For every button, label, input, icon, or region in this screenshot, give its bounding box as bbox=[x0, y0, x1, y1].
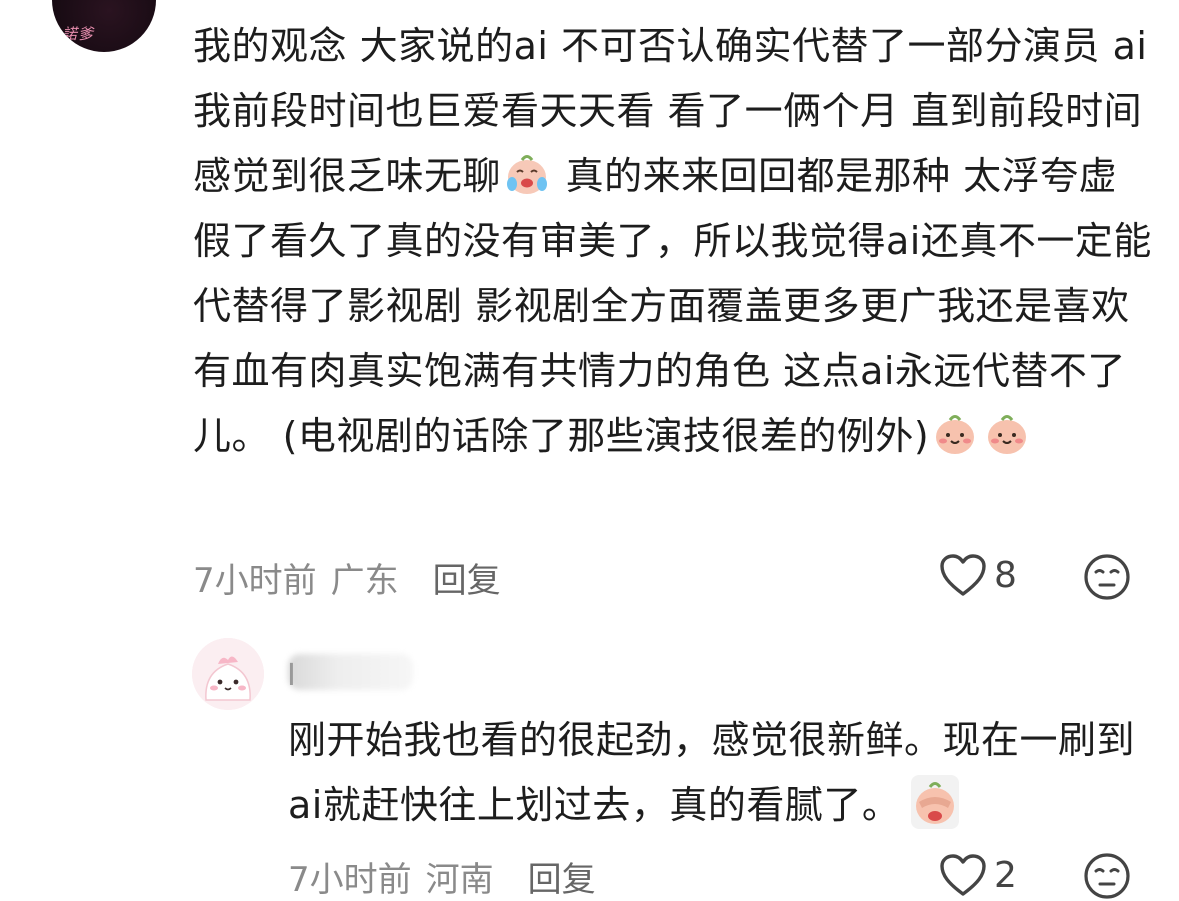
comment-text: 我的观念 大家说的ai 不可否认确实代替了一部分演员 ai我前段时间也巨爱看天天… bbox=[193, 14, 1153, 469]
reply-time: 7小时前 bbox=[288, 860, 412, 900]
dislike-icon[interactable] bbox=[1083, 553, 1131, 601]
smile-emoji bbox=[988, 415, 1027, 454]
avatar-reply-commenter[interactable] bbox=[192, 638, 264, 710]
crying-laugh-emoji bbox=[507, 155, 548, 194]
reply-username-blurred bbox=[288, 654, 413, 690]
avatar-top-commenter[interactable]: 諾爹 bbox=[52, 0, 156, 52]
heart-icon bbox=[940, 554, 986, 596]
reply-button[interactable]: 回复 bbox=[433, 561, 501, 601]
reply-like-count: 2 bbox=[994, 854, 1017, 896]
heart-icon bbox=[940, 854, 986, 896]
reply-text: 刚开始我也看的很起劲，感觉很新鲜。现在一刷到ai就赶快往上划过去，真的看腻了。 bbox=[288, 708, 1148, 838]
reply-text-body: 刚开始我也看的很起劲，感觉很新鲜。现在一刷到ai就赶快往上划过去，真的看腻了。 bbox=[288, 718, 1136, 827]
comment-meta: 7小时前 广东 回复 bbox=[193, 553, 501, 602]
reply-meta: 7小时前 河南 回复 bbox=[288, 852, 596, 901]
reply-username[interactable]: I bbox=[287, 658, 296, 693]
reply-location: 河南 bbox=[425, 860, 494, 900]
facepalm-sticker bbox=[911, 775, 960, 829]
cartoon-avatar-icon bbox=[192, 638, 264, 710]
smile-emoji bbox=[936, 415, 975, 454]
like-count: 8 bbox=[994, 554, 1017, 596]
dislike-icon[interactable] bbox=[1083, 852, 1131, 900]
comment-location: 广东 bbox=[330, 561, 399, 601]
like-button[interactable]: 8 bbox=[938, 552, 1017, 598]
reply-reply-button[interactable]: 回复 bbox=[528, 860, 596, 900]
avatar-scribble: 諾爹 bbox=[62, 25, 95, 43]
reply-like-button[interactable]: 2 bbox=[938, 852, 1017, 898]
comment-time: 7小时前 bbox=[193, 561, 317, 601]
